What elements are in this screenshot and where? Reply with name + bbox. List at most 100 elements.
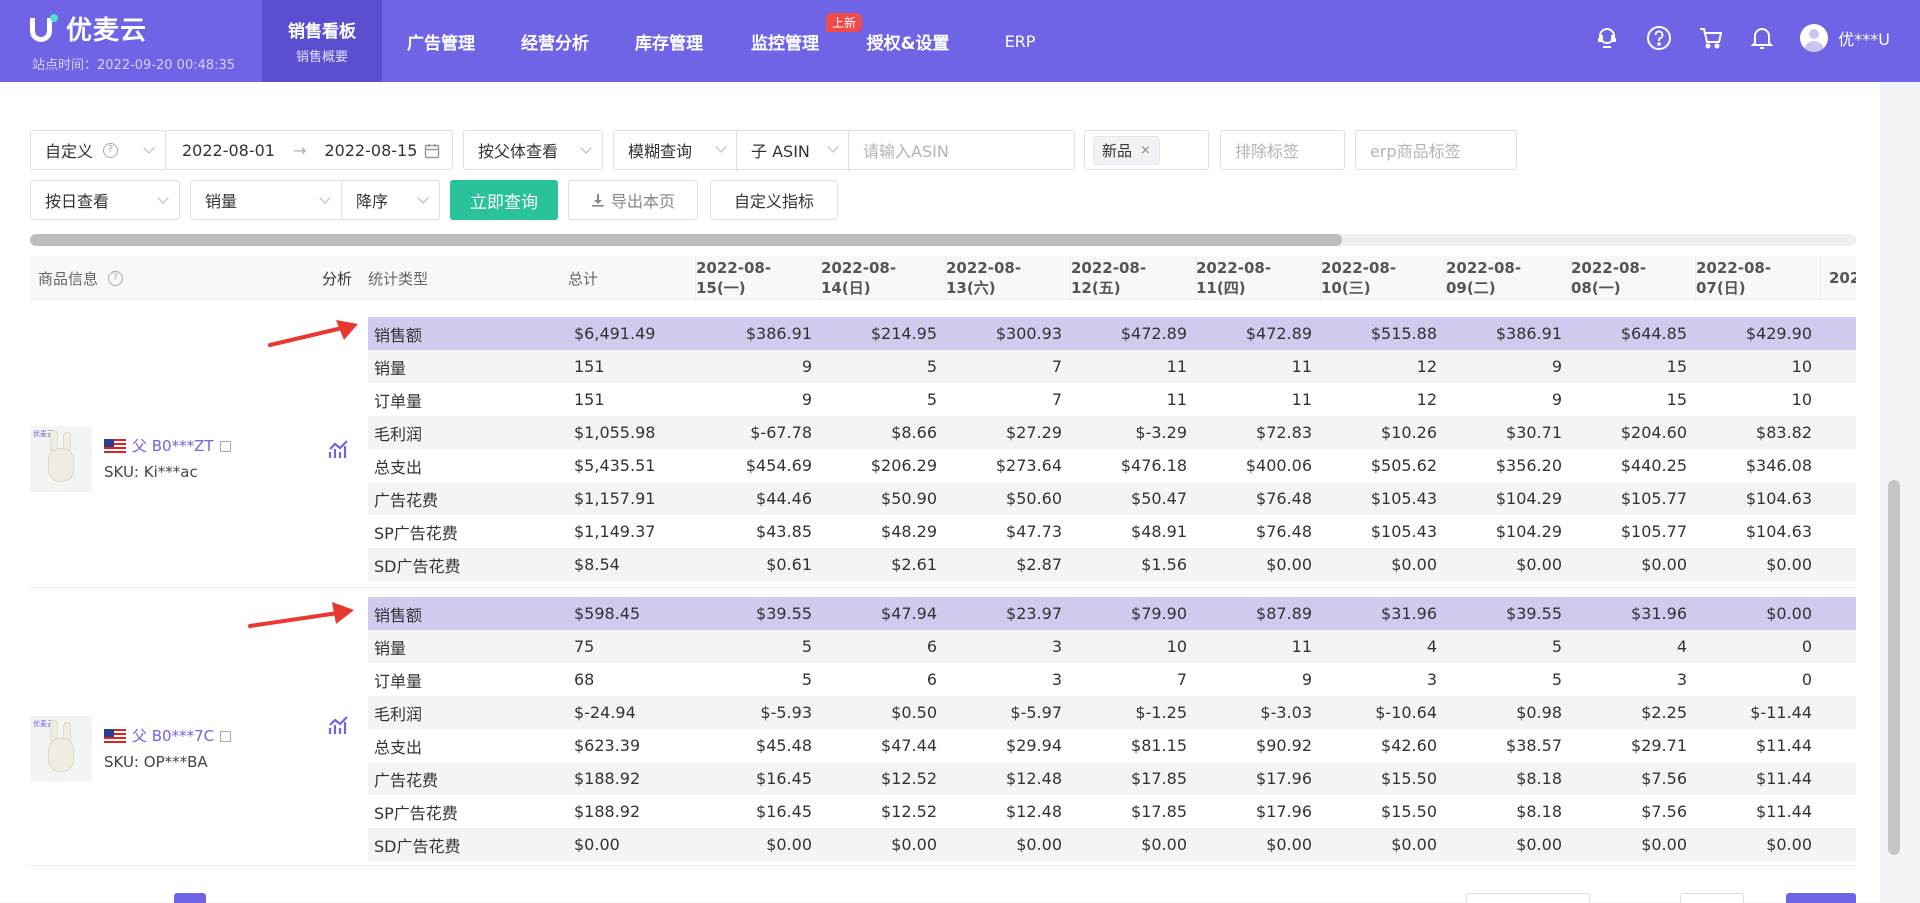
red-arrow-annotation (248, 602, 354, 628)
horizontal-scrollbar[interactable] (30, 234, 1342, 246)
row-value: $206.29 (870, 456, 937, 475)
erp-tag-input[interactable]: erp商品标签 (1355, 130, 1517, 170)
metric-select[interactable]: 销量 (190, 180, 342, 220)
asin-input[interactable]: 请输入ASIN (849, 138, 949, 162)
selected-tag[interactable]: 新品 × (1093, 135, 1160, 165)
nav-sales-dashboard[interactable]: 销售看板 销售概要 (262, 0, 382, 82)
header-date[interactable]: 2022-08-10(三) (1320, 256, 1445, 300)
header-date[interactable]: 2022 (1820, 256, 1856, 300)
external-link-icon[interactable] (220, 730, 232, 742)
row-value: $12.52 (881, 802, 937, 821)
row-value: 11 (1291, 637, 1312, 656)
row-value: $47.94 (881, 604, 937, 623)
top-navigation-bar: 优麦云 站点时间：2022-09-20 00:48:35 销售看板 销售概要 广… (0, 0, 1920, 82)
exclude-tag-input[interactable]: 排除标签 (1220, 130, 1345, 170)
parent-asin-link[interactable]: 父 B0***ZT (132, 433, 214, 459)
row-value: $15.50 (1381, 769, 1437, 788)
red-arrow-annotation (268, 320, 358, 347)
trend-chart-icon[interactable] (328, 440, 350, 460)
row-value: $16.45 (756, 769, 812, 788)
trend-chart-icon[interactable] (328, 716, 350, 736)
row-value: 5 (1551, 637, 1562, 656)
row-value: $454.69 (745, 456, 812, 475)
tag-select[interactable]: 新品 × (1084, 130, 1209, 170)
header-date[interactable]: 2022-08-11(四) (1195, 256, 1320, 300)
row-value: $11.44 (1756, 736, 1812, 755)
parent-asin-link[interactable]: 父 B0***7C (132, 723, 214, 749)
header-date[interactable]: 2022-08-12(五) (1070, 256, 1195, 300)
chevron-down-icon (417, 192, 429, 204)
table-row: 订单量 151 9 5 7 11 11 12 9 15 10 (368, 383, 1856, 416)
row-value: $16.45 (756, 802, 812, 821)
vertical-scrollbar[interactable] (1888, 480, 1900, 855)
export-button[interactable]: 导出本页 (568, 180, 698, 220)
bell-icon[interactable] (1750, 25, 1774, 51)
nav-sub-label: 销售概要 (295, 50, 348, 65)
row-label: 销量 (374, 358, 407, 378)
table-row: 销量 151 9 5 7 11 11 12 9 15 10 (368, 350, 1856, 383)
nav-business-analysis[interactable]: 经营分析 (510, 0, 600, 82)
row-value: $39.55 (756, 604, 812, 623)
help-icon[interactable] (1646, 25, 1672, 51)
row-value: 10 (1791, 357, 1812, 376)
nav-ad-management[interactable]: 广告管理 (396, 0, 486, 82)
row-value: 5 (926, 357, 937, 376)
header-date[interactable]: 2022-08-13(六) (945, 256, 1070, 300)
arrow-right-icon: → (292, 140, 307, 160)
row-value: $48.29 (881, 522, 937, 541)
period-select[interactable]: 按日查看 (30, 180, 180, 220)
row-value: $45.48 (756, 736, 812, 755)
row-value: $29.94 (1006, 736, 1062, 755)
search-mode-value: 模糊查询 (628, 142, 693, 161)
row-value: $400.06 (1245, 456, 1312, 475)
row-value: 3 (1051, 670, 1062, 689)
row-value: $104.29 (1495, 522, 1562, 541)
asin-type-select[interactable]: 子 ASIN (737, 130, 849, 170)
headset-icon[interactable] (1594, 25, 1620, 51)
row-value: $47.73 (1006, 522, 1062, 541)
table-row: SD广告花费 $0.00 $0.00 $0.00 $0.00 $0.00 $0.00 $0.0… (368, 828, 1856, 861)
row-value: $12.48 (1006, 769, 1062, 788)
order-select[interactable]: 降序 (341, 180, 440, 220)
row-value: $76.48 (1256, 489, 1312, 508)
nav-inventory-management[interactable]: 库存管理 (624, 0, 714, 82)
nav-monitoring[interactable]: 监控管理 (740, 0, 830, 82)
logo[interactable]: 优麦云 (28, 10, 147, 47)
search-mode-select[interactable]: 模糊查询 (614, 130, 737, 170)
row-value: $472.89 (1245, 324, 1312, 343)
erp-tag-placeholder: erp商品标签 (1370, 142, 1461, 161)
close-icon[interactable]: × (1140, 143, 1151, 158)
asin-input-placeholder: 请输入ASIN (863, 142, 949, 161)
user-menu[interactable]: 优***U (1800, 24, 1890, 52)
nav-erp[interactable]: ERP (990, 0, 1050, 82)
row-total: $-24.94 (574, 703, 636, 722)
table-row: 毛利润 $1,055.98 $-67.78 $8.66 $27.29 $-3.29 $72.… (368, 416, 1856, 449)
row-value: 9 (1301, 670, 1312, 689)
view-by-select[interactable]: 按父体查看 (463, 130, 603, 170)
row-total: 75 (574, 637, 595, 656)
date-range-picker[interactable]: 2022-08-01 → 2022-08-15 (165, 130, 453, 170)
nav-auth-settings[interactable]: 授权&设置 (858, 0, 958, 82)
row-value: 3 (1051, 637, 1062, 656)
row-value: $505.62 (1370, 456, 1437, 475)
chevron-down-icon (143, 142, 155, 154)
cart-icon[interactable] (1698, 25, 1724, 51)
header-date[interactable]: 2022-08-07(日) (1695, 256, 1820, 300)
product-thumbnail[interactable]: 优麦云 (30, 716, 92, 782)
row-value: $0.50 (891, 703, 937, 722)
external-link-icon[interactable] (219, 440, 231, 452)
product-thumbnail[interactable]: 优麦云 (30, 426, 92, 492)
site-time: 站点时间：2022-09-20 00:48:35 (32, 58, 236, 73)
table-row: 销售额 $598.45 $39.55 $47.94 $23.97 $79.90 $87.89… (368, 597, 1856, 630)
range-type-select[interactable]: 自定义 ? (30, 130, 166, 170)
header-date[interactable]: 2022-08-14(日) (820, 256, 945, 300)
query-button[interactable]: 立即查询 (450, 180, 558, 220)
row-value: $42.60 (1381, 736, 1437, 755)
custom-metrics-button[interactable]: 自定义指标 (710, 180, 838, 220)
sku-text: SKU: OP***BA (104, 753, 208, 771)
header-date[interactable]: 2022-08-15(一) (695, 256, 820, 300)
row-value: 12 (1416, 390, 1437, 409)
header-date[interactable]: 2022-08-09(二) (1445, 256, 1570, 300)
header-date[interactable]: 2022-08-08(一) (1570, 256, 1695, 300)
row-value: $7.56 (1641, 802, 1687, 821)
